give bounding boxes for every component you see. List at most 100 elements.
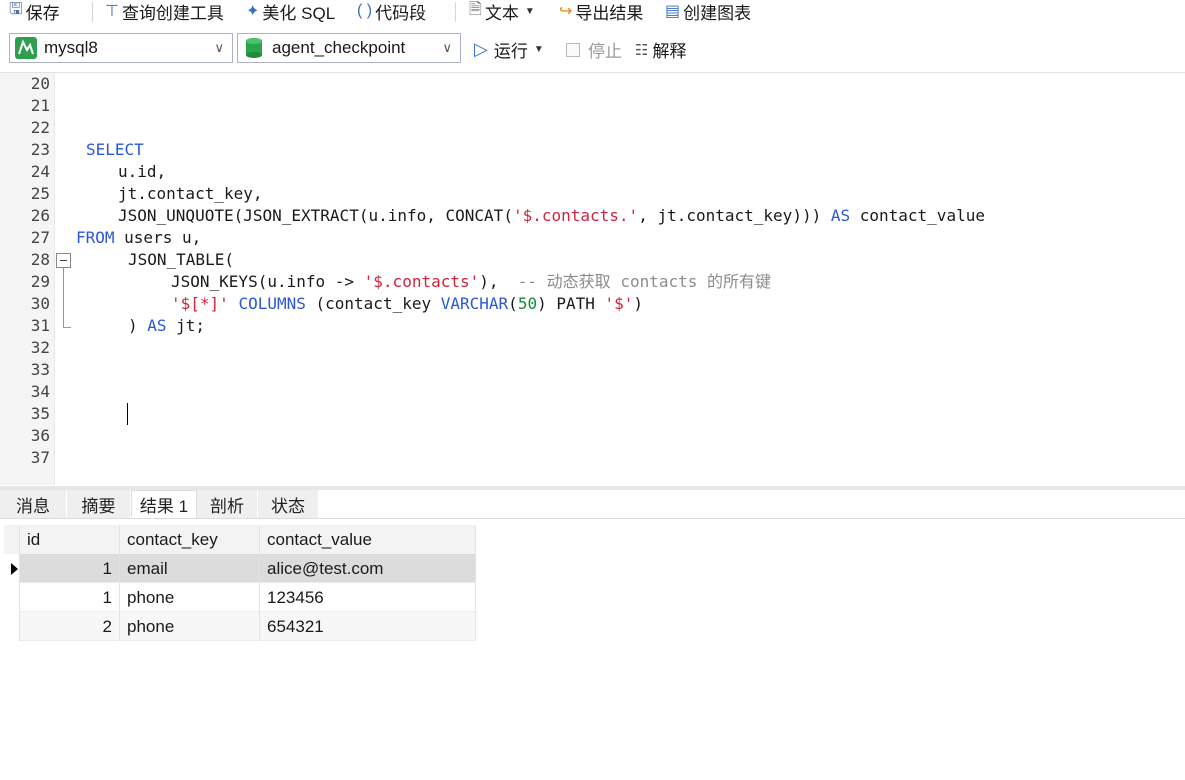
line-number-gutter: 20 21 22 23 24 25 26 27 28 29 30 31 32 3… bbox=[0, 73, 55, 485]
tab-status[interactable]: 状态 bbox=[258, 490, 318, 518]
sql-keyword: AS bbox=[147, 316, 167, 335]
chart-icon: ▤ bbox=[665, 3, 681, 20]
save-button[interactable]: 🖫 保存 bbox=[9, 0, 60, 23]
line-number: 24 bbox=[30, 162, 50, 181]
line-number: 33 bbox=[30, 360, 50, 379]
sql-text: users u, bbox=[114, 228, 202, 247]
fold-guide-end bbox=[63, 327, 71, 328]
table-cell-id[interactable]: 1 bbox=[20, 583, 120, 612]
line-number: 21 bbox=[30, 96, 50, 115]
text-dropdown-button[interactable]: 🗎 文本 ▼ bbox=[469, 0, 535, 23]
text-label: 文本 bbox=[484, 3, 519, 23]
fold-toggle[interactable] bbox=[56, 253, 71, 268]
line-number: 35 bbox=[30, 404, 50, 423]
row-header-corner bbox=[4, 525, 20, 554]
tab-summary[interactable]: 摘要 bbox=[67, 490, 130, 518]
row-marker[interactable] bbox=[4, 583, 20, 612]
fold-guide bbox=[63, 268, 64, 328]
column-header-id[interactable]: id bbox=[20, 525, 120, 554]
table-cell-id[interactable]: 2 bbox=[20, 612, 120, 641]
row-marker[interactable] bbox=[4, 554, 20, 583]
line-number: 26 bbox=[30, 206, 50, 225]
line-number: 22 bbox=[30, 118, 50, 137]
code-line: FROM users u, bbox=[76, 227, 201, 249]
connection-value: mysql8 bbox=[44, 38, 98, 57]
play-icon: ▷ bbox=[474, 39, 488, 59]
code-snippet-button[interactable]: ( ) 代码段 bbox=[357, 0, 427, 23]
code-line: ) AS jt; bbox=[128, 315, 205, 337]
save-label: 保存 bbox=[25, 3, 60, 23]
export-icon: ↪ bbox=[559, 3, 573, 20]
toolbar-divider bbox=[92, 2, 93, 22]
export-results-button[interactable]: ↪ 导出结果 bbox=[559, 0, 644, 23]
explain-button[interactable]: ☷ 解释 bbox=[635, 37, 686, 62]
sql-comment: -- 动态获取 contacts 的所有键 bbox=[517, 272, 772, 291]
chevron-down-icon: ∨ bbox=[214, 40, 224, 55]
code-line: jt.contact_key, bbox=[118, 183, 263, 205]
document-icon: 🗎 bbox=[469, 0, 482, 18]
sql-text: ) PATH bbox=[537, 294, 605, 313]
sql-keyword: VARCHAR bbox=[440, 294, 509, 313]
stop-label: 停止 bbox=[588, 42, 622, 61]
line-number: 36 bbox=[30, 426, 50, 445]
database-select[interactable]: agent_checkpoint ∨ bbox=[237, 33, 461, 63]
table-cell-contact-key[interactable]: email bbox=[120, 554, 260, 583]
row-marker[interactable] bbox=[4, 612, 20, 641]
result-tabs: 消息 摘要 结果 1 剖析 状态 bbox=[0, 490, 1185, 519]
beautify-sql-button[interactable]: ✦ 美化 SQL bbox=[246, 0, 335, 23]
database-value: agent_checkpoint bbox=[272, 38, 406, 57]
query-toolbar: mysql8 ∨ agent_checkpoint ∨ ▷ 运行 ▼ 停止 ☷ … bbox=[0, 33, 1185, 67]
run-label: 运行 bbox=[493, 42, 528, 61]
line-number: 29 bbox=[30, 272, 50, 291]
line-number: 28 bbox=[30, 250, 50, 269]
code-line: JSON_UNQUOTE(JSON_EXTRACT(u.info, CONCAT… bbox=[118, 205, 985, 227]
sql-keyword: AS bbox=[830, 206, 851, 225]
tab-profile[interactable]: 剖析 bbox=[197, 490, 257, 518]
query-builder-icon: ⊤ bbox=[105, 3, 119, 20]
parentheses-icon: ( ) bbox=[357, 2, 373, 19]
sql-text: JSON_KEYS(u.info -> bbox=[171, 272, 364, 291]
sql-text: u.id, bbox=[118, 162, 167, 181]
table-cell-contact-value[interactable]: 654321 bbox=[260, 612, 476, 641]
line-number: 23 bbox=[30, 140, 50, 159]
current-row-arrow-icon bbox=[11, 563, 18, 575]
create-chart-button[interactable]: ▤ 创建图表 bbox=[665, 0, 751, 23]
tab-messages[interactable]: 消息 bbox=[0, 490, 66, 518]
sql-text: ) bbox=[633, 294, 644, 313]
sql-text: contact_value bbox=[850, 206, 985, 225]
export-results-label: 导出结果 bbox=[575, 3, 644, 23]
run-button[interactable]: ▷ 运行 ▼ bbox=[474, 37, 544, 62]
sql-keyword: FROM bbox=[76, 228, 115, 247]
save-icon: 🖫 bbox=[9, 0, 23, 18]
sql-text: , jt.contact_key))) bbox=[638, 206, 831, 225]
code-snippet-label: 代码段 bbox=[375, 3, 427, 23]
code-line: '$[*]' COLUMNS (contact_key VARCHAR(50) … bbox=[171, 293, 643, 315]
query-builder-button[interactable]: ⊤ 查询创建工具 bbox=[105, 0, 224, 23]
sql-string: '$.contacts' bbox=[363, 272, 480, 291]
column-header-contact-value[interactable]: contact_value bbox=[260, 525, 476, 554]
sql-editor[interactable]: 20 21 22 23 24 25 26 27 28 29 30 31 32 3… bbox=[0, 72, 1185, 485]
table-cell-contact-value[interactable]: 123456 bbox=[260, 583, 476, 612]
stop-button[interactable]: 停止 bbox=[566, 37, 622, 62]
query-builder-label: 查询创建工具 bbox=[121, 3, 224, 23]
table-cell-contact-key[interactable]: phone bbox=[120, 612, 260, 641]
table-cell-id[interactable]: 1 bbox=[20, 554, 120, 583]
table-cell-contact-value[interactable]: alice@test.com bbox=[260, 554, 476, 583]
line-number: 34 bbox=[30, 382, 50, 401]
code-line: JSON_KEYS(u.info -> '$.contacts'), -- 动态… bbox=[171, 271, 771, 293]
sql-keyword: SELECT bbox=[86, 140, 144, 159]
column-header-contact-key[interactable]: contact_key bbox=[120, 525, 260, 554]
tab-result-1[interactable]: 结果 1 bbox=[131, 490, 197, 518]
sql-text: (contact_key bbox=[305, 294, 441, 313]
sql-string: '$[*]' bbox=[171, 294, 229, 313]
line-number: 27 bbox=[30, 228, 50, 247]
sql-number: 50 bbox=[517, 294, 538, 313]
stop-icon bbox=[566, 42, 580, 57]
code-line: u.id, bbox=[118, 161, 166, 183]
code-line: SELECT bbox=[86, 139, 144, 161]
table-cell-contact-key[interactable]: phone bbox=[120, 583, 260, 612]
caret-down-icon: ▼ bbox=[524, 5, 535, 17]
connection-select[interactable]: mysql8 ∨ bbox=[9, 33, 233, 63]
sql-text: ( bbox=[508, 294, 518, 313]
